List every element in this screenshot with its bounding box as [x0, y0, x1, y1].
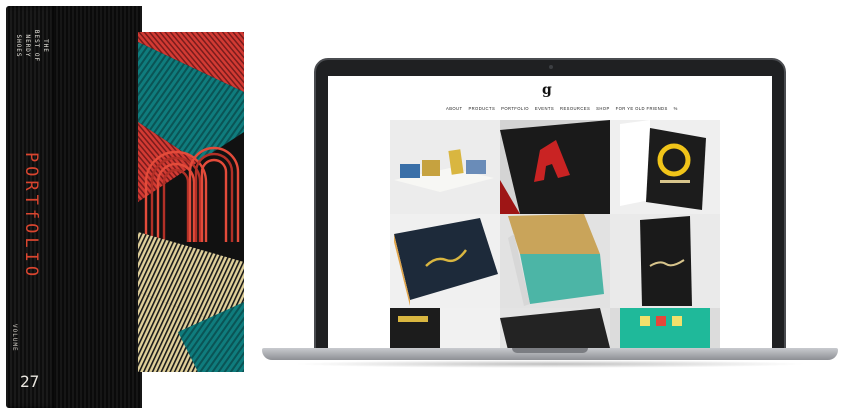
portfolio-book: THE BEST OF NERDY SHOES PORTfOLIO VOLUME…	[6, 6, 244, 408]
laptop-camera-icon	[549, 65, 553, 69]
portfolio-tile-dark-box[interactable]	[390, 308, 500, 348]
nav-portfolio[interactable]: PORTFOLIO	[501, 106, 529, 111]
laptop-notch	[512, 348, 588, 353]
spine-title: THE BEST OF NERDY SHOES	[15, 29, 49, 63]
nav-percent[interactable]: %	[674, 106, 678, 111]
laptop-screen: g ABOUT PRODUCTS PORTFOLIO EVENTS RESOUR…	[328, 76, 772, 348]
portfolio-grid	[390, 120, 720, 348]
spine-volume-label: VOLUME	[11, 324, 18, 352]
portfolio-tile-yellow-frame-book[interactable]	[610, 120, 720, 214]
cover-artwork	[138, 32, 244, 372]
laptop-mockup: g ABOUT PRODUCTS PORTFOLIO EVENTS RESOUR…	[262, 58, 838, 378]
nav-products[interactable]: PRODUCTS	[468, 106, 495, 111]
book-spine: THE BEST OF NERDY SHOES PORTfOLIO VOLUME…	[6, 6, 56, 408]
nav-events[interactable]: EVENTS	[535, 106, 554, 111]
spine-volume-number: 27	[20, 372, 40, 391]
portfolio-tile-green-try-box[interactable]	[610, 308, 720, 348]
site-nav: ABOUT PRODUCTS PORTFOLIO EVENTS RESOURCE…	[446, 106, 677, 111]
portfolio-tile-open-book[interactable]	[390, 120, 500, 214]
portfolio-tile-black-standing-book[interactable]	[610, 214, 720, 308]
spine-portfolio-text: PORTfOLIO	[21, 151, 41, 281]
book-cover-art	[138, 32, 244, 372]
portfolio-tile-navy-script-book[interactable]	[390, 214, 500, 308]
site-logo[interactable]: g	[542, 82, 552, 98]
book-cover-black-panel	[56, 6, 142, 408]
nav-shop[interactable]: SHOP	[596, 106, 609, 111]
portfolio-tile-black-folder[interactable]	[500, 308, 610, 348]
nav-about[interactable]: ABOUT	[446, 106, 462, 111]
portfolio-tile-teal-gold-book[interactable]	[500, 214, 610, 308]
portfolio-tile-red-a-book[interactable]	[500, 120, 610, 214]
nav-old-friends[interactable]: FOR YE OLD FRIENDS	[616, 106, 668, 111]
laptop-shadow	[292, 360, 808, 368]
nav-resources[interactable]: RESOURCES	[560, 106, 590, 111]
